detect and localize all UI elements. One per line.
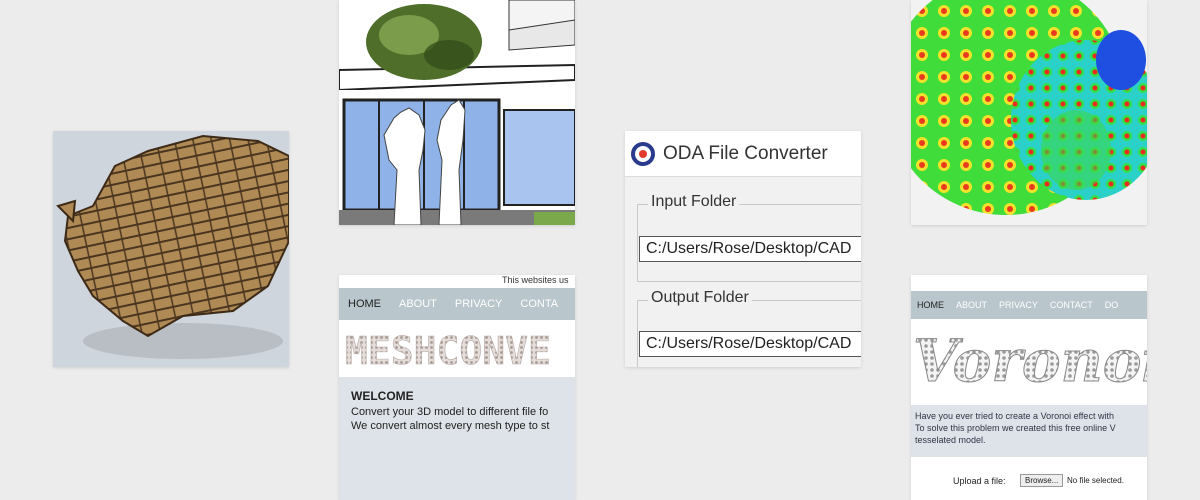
nav-about[interactable]: ABOUT xyxy=(950,300,993,310)
nav-download[interactable]: DO xyxy=(1099,300,1125,310)
cookie-notice: This websites us xyxy=(339,275,575,288)
architecture-render-thumbnail[interactable] xyxy=(339,0,575,225)
output-folder-label: Output Folder xyxy=(648,289,752,307)
voronoi-nav-bar: HOME ABOUT PRIVACY CONTACT DO xyxy=(911,291,1147,319)
desc-line-3: tesselated model. xyxy=(915,435,986,445)
nav-privacy[interactable]: PRIVACY xyxy=(446,298,511,310)
desc-line-2: To solve this problem we created this fr… xyxy=(915,423,1116,433)
input-folder-label: Input Folder xyxy=(648,193,740,211)
meshconverter-logo-banner: MESHCONVE xyxy=(339,320,575,377)
voronoi-description: Have you ever tried to create a Voronoi … xyxy=(911,405,1147,457)
nav-contact[interactable]: CONTACT xyxy=(1044,300,1099,310)
browse-button[interactable]: Browse... xyxy=(1020,474,1064,487)
voronoi-website-thumbnail[interactable]: HOME ABOUT PRIVACY CONTACT DO Voronoi Ha… xyxy=(911,275,1147,500)
cardboard-rhino-image xyxy=(56,134,289,359)
oda-app-title: ODA File Converter xyxy=(663,142,828,164)
nav-contact[interactable]: CONTA xyxy=(511,298,567,310)
nav-about[interactable]: ABOUT xyxy=(390,298,446,310)
nav-home[interactable]: HOME xyxy=(339,298,390,310)
voronoi-logo-text: Voronoi xyxy=(913,327,1147,395)
no-file-text: No file selected. xyxy=(1067,476,1124,485)
mesh-nav-bar: HOME ABOUT PRIVACY CONTA xyxy=(339,288,575,320)
input-folder-field[interactable]: C:/Users/Rose/Desktop/CAD xyxy=(639,236,861,262)
cardboard-rhino-thumbnail[interactable] xyxy=(53,131,289,367)
mesh-heatmap-image xyxy=(911,0,1147,215)
meshconverter-logo-text: MESHCONVE xyxy=(345,329,551,373)
oda-file-converter-thumbnail[interactable]: ODA File Converter Input Folder C:/Users… xyxy=(625,131,861,367)
voronoi-logo-banner: Voronoi xyxy=(911,319,1147,405)
meshconverter-website-thumbnail[interactable]: This websites us HOME ABOUT PRIVACY CONT… xyxy=(339,275,575,500)
welcome-title: WELCOME xyxy=(351,389,414,403)
nav-privacy[interactable]: PRIVACY xyxy=(993,300,1044,310)
oda-titlebar: ODA File Converter xyxy=(625,131,861,177)
architecture-render-image xyxy=(339,0,575,225)
desc-line-1: Have you ever tried to create a Voronoi … xyxy=(915,411,1114,421)
welcome-line-1: Convert your 3D model to different file … xyxy=(351,406,549,418)
welcome-line-2: We convert almost every mesh type to st xyxy=(351,420,550,432)
oda-logo-icon xyxy=(631,141,655,166)
output-folder-field[interactable]: C:/Users/Rose/Desktop/CAD xyxy=(639,331,861,357)
nav-home[interactable]: HOME xyxy=(911,300,950,310)
welcome-section: WELCOME Convert your 3D model to differe… xyxy=(339,377,575,433)
upload-label: Upload a file: xyxy=(953,476,1006,486)
mesh-heatmap-thumbnail[interactable] xyxy=(911,0,1147,225)
